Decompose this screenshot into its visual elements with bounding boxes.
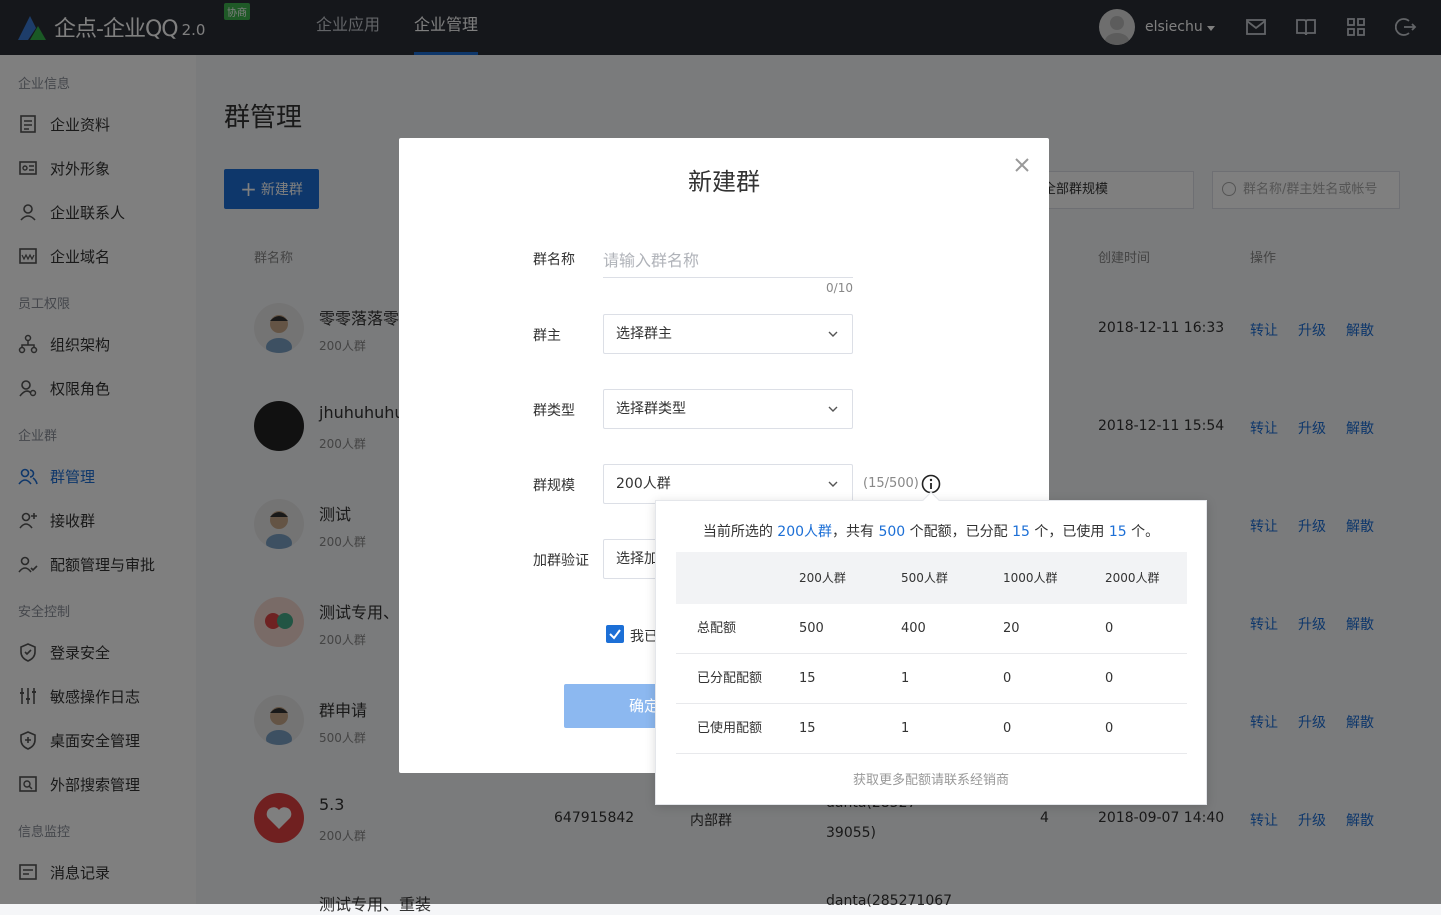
group-name-input[interactable] [603,244,853,278]
table-cell: 1 [901,721,910,736]
row-label: 已使用配额 [697,721,763,736]
chevron-down-icon [828,481,838,487]
close-icon[interactable] [1011,154,1033,176]
table-cell: 1 [901,671,910,686]
table-cell: 0 [1003,671,1012,686]
group-name-count: 0/10 [826,281,853,295]
summary-used: 15 [1108,524,1127,540]
quota-table: 200人群 500人群 1000人群 2000人群 总配额 500 400 20… [676,552,1187,754]
row-label: 总配额 [697,621,737,636]
column-header: 500人群 [901,571,948,585]
dialog-title: 新建群 [688,168,760,196]
group-scale-select[interactable]: 200人群 [603,464,853,504]
table-cell: 0 [1105,721,1114,736]
column-header: 2000人群 [1105,571,1160,585]
table-cell: 500 [799,621,824,636]
quota-footer-note: 获取更多配额请联系经销商 [852,773,1009,788]
group-type-label: 群类型 [533,403,575,419]
table-cell: 0 [1105,671,1114,686]
summary-total: 500 [878,524,906,540]
table-cell: 0 [1003,721,1012,736]
group-owner-label: 群主 [533,328,561,344]
table-cell: 20 [1003,621,1020,636]
summary-group: 200人群 [777,524,833,540]
group-scale-label: 群规模 [533,478,575,494]
table-cell: 15 [799,721,816,736]
group-name-label: 群名称 [533,252,575,268]
table-row: 总配额 500 400 20 0 [676,604,1187,654]
row-label: 已分配配额 [697,671,763,686]
table-cell: 400 [901,621,926,636]
agree-checkbox[interactable] [606,625,624,643]
table-row: 已使用配额 15 1 0 0 [676,704,1187,754]
join-verify-label: 加群验证 [533,553,589,569]
column-header: 200人群 [799,571,846,585]
agree-label: 我已 [630,629,658,645]
chevron-down-icon [828,331,838,337]
quota-table-header: 200人群 500人群 1000人群 2000人群 [676,552,1187,604]
group-type-select[interactable]: 选择群类型 [603,389,853,429]
scale-quota-count: (15/500) [863,476,919,491]
chevron-down-icon [828,406,838,412]
column-header: 1000人群 [1003,571,1058,585]
table-cell: 0 [1105,621,1114,636]
table-cell: 15 [799,671,816,686]
quota-popover: 当前所选的 200人群，共有 500 个配额，已分配 15 个，已使用 15 个… [655,491,1207,805]
table-row: 已分配配额 15 1 0 0 [676,654,1187,704]
group-owner-select[interactable]: 选择群主 [603,314,853,354]
quota-summary: 当前所选的 200人群，共有 500 个配额，已分配 15 个，已使用 15 个… [702,524,1160,540]
summary-allocated: 15 [1012,524,1030,540]
